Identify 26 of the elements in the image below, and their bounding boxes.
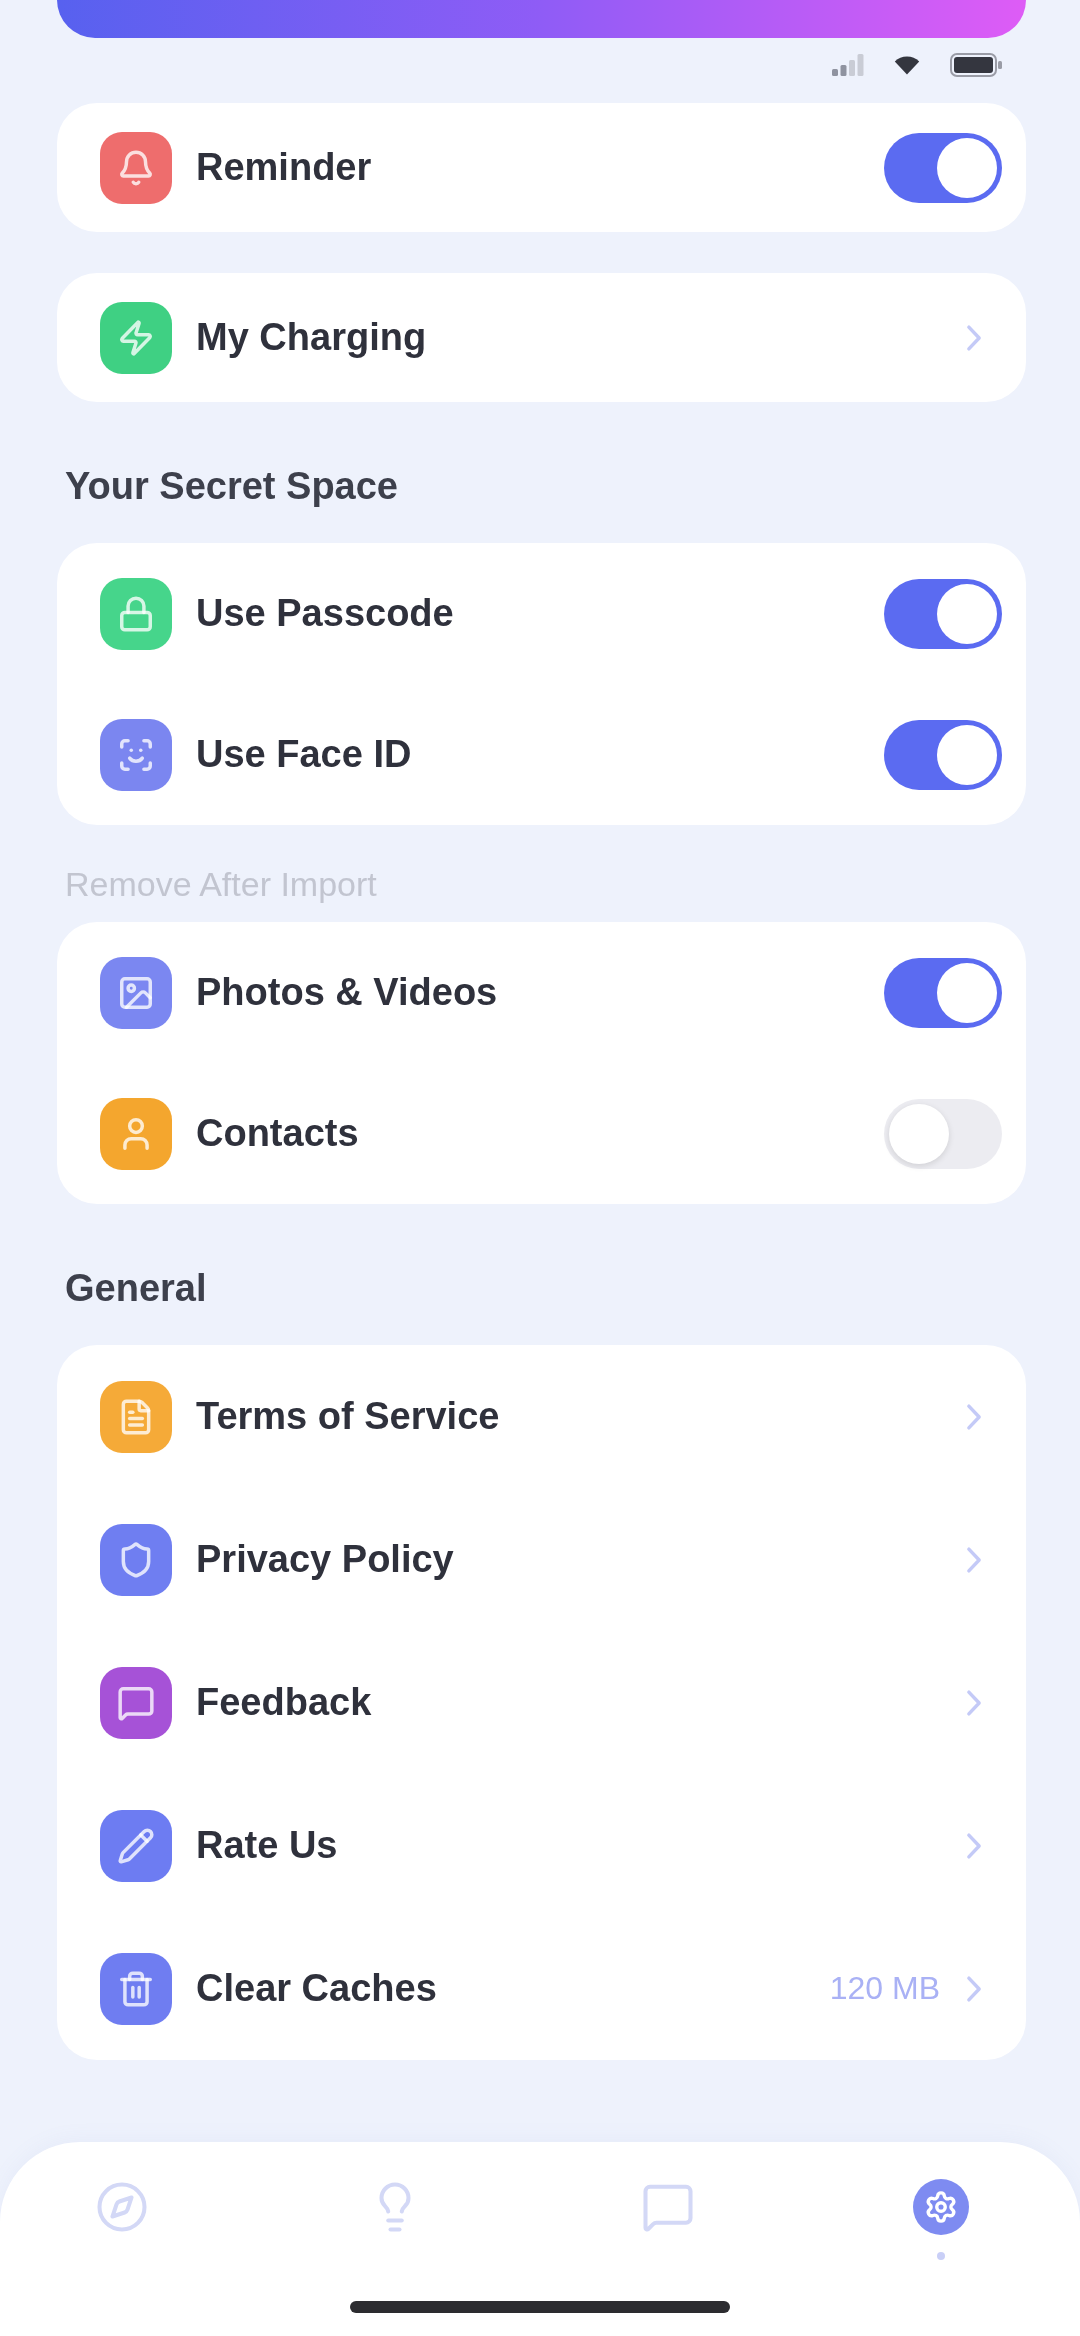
signal-icon <box>832 54 864 76</box>
chevron-icon <box>966 1402 982 1431</box>
item-label: Contacts <box>196 1112 359 1155</box>
section-heading: General <box>65 1266 208 1311</box>
nav-tab[interactable] <box>913 2179 969 2260</box>
item-label: Rate Us <box>196 1824 338 1867</box>
item-label: Terms of Service <box>196 1395 500 1438</box>
wifi-icon <box>894 55 920 75</box>
section-heading: Your Secret Space <box>65 464 399 509</box>
chevron-icon <box>966 1688 982 1717</box>
chevron-icon <box>966 1831 982 1860</box>
item-value: 120 MB <box>829 1970 940 2007</box>
item-label: Reminder <box>196 146 372 189</box>
settings-icon <box>913 2179 969 2235</box>
item-label: Use Passcode <box>196 592 454 635</box>
chevron-icon <box>966 323 982 352</box>
chevron-icon <box>966 1545 982 1574</box>
indicator-dot-icon <box>937 2252 945 2260</box>
item-label: Feedback <box>196 1681 372 1724</box>
battery-icon <box>950 53 1002 77</box>
item-label: Use Face ID <box>196 733 412 776</box>
item-label: My Charging <box>196 316 427 359</box>
item-label: Clear Caches <box>196 1967 437 2010</box>
item-label: Photos & Videos <box>196 971 498 1014</box>
item-label: Privacy Policy <box>196 1538 454 1581</box>
chevron-icon <box>966 1974 982 2003</box>
